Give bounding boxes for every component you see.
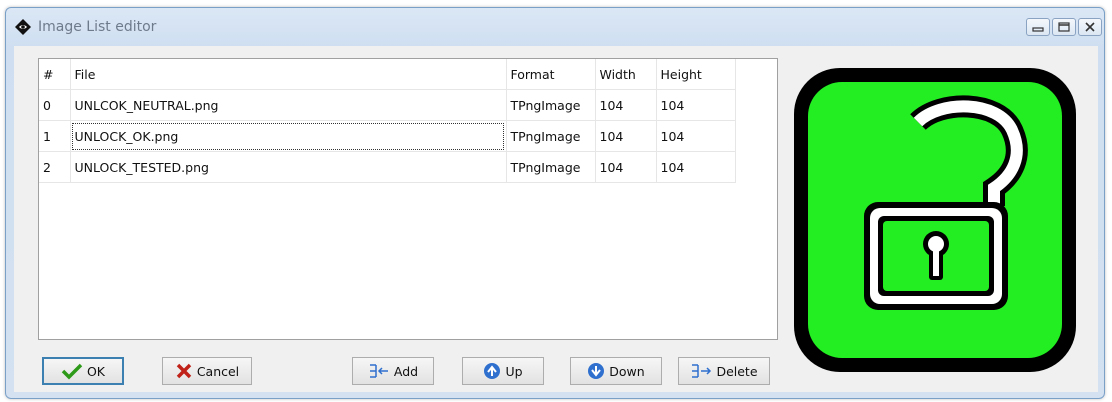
red-x-icon [176,363,192,379]
minimize-icon [1032,27,1044,32]
add-item-icon [369,364,388,378]
window-title: Image List editor [38,19,157,35]
ok-button[interactable]: OK [42,357,124,385]
delete-button-label: Delete [716,363,758,379]
arrow-down-icon [588,363,605,379]
cell-width[interactable]: 104 [595,89,657,121]
up-button[interactable]: Up [462,357,544,385]
arrow-up-icon [484,363,501,379]
table-header-row: # File Format Width Height [39,59,736,90]
app-diamond-icon [15,19,31,35]
dialog-client-area: # File Format Width Height 0 UNLCOK_NEUT… [14,46,1098,392]
cell-file[interactable]: UNLOCK_TESTED.png [70,151,507,183]
minimize-button[interactable] [1026,18,1050,36]
cell-format[interactable]: TPngImage [506,89,596,121]
cancel-button-label: Cancel [196,363,240,379]
column-header-width[interactable]: Width [595,59,657,90]
column-header-format[interactable]: Format [506,59,596,90]
column-header-index[interactable]: # [39,59,71,90]
cell-format[interactable]: TPngImage [506,120,596,152]
checkmark-icon [61,363,83,380]
title-bar[interactable]: Image List editor [6,8,1104,46]
column-header-height[interactable]: Height [656,59,736,90]
image-table: # File Format Width Height 0 UNLCOK_NEUT… [39,59,736,183]
delete-button[interactable]: Delete [678,357,770,385]
down-button-label: Down [609,363,645,379]
maximize-icon [1058,22,1070,32]
add-button[interactable]: Add [352,357,434,385]
table-row[interactable]: 2 UNLOCK_TESTED.png TPngImage 104 104 [39,151,736,183]
cell-index[interactable]: 1 [39,120,71,152]
maximize-button[interactable] [1052,18,1076,36]
image-preview [794,68,1076,372]
delete-item-icon [692,364,712,378]
column-header-file[interactable]: File [70,59,507,90]
cell-width[interactable]: 104 [595,151,657,183]
cell-height[interactable]: 104 [656,89,736,121]
table-row[interactable]: 0 UNLCOK_NEUTRAL.png TPngImage 104 104 [39,89,736,121]
cancel-button[interactable]: Cancel [162,357,252,385]
cell-index[interactable]: 2 [39,151,71,183]
close-icon [1085,22,1095,32]
ok-button-label: OK [86,363,106,379]
cell-height[interactable]: 104 [656,120,736,152]
cell-file[interactable]: UNLCOK_NEUTRAL.png [70,89,507,121]
image-list-editor-window: Image List editor # File Format Width He… [5,7,1105,399]
down-button[interactable]: Down [570,357,662,385]
cell-height[interactable]: 104 [656,151,736,183]
cell-width[interactable]: 104 [595,120,657,152]
cell-index[interactable]: 0 [39,89,71,121]
up-button-label: Up [505,363,523,379]
cell-format[interactable]: TPngImage [506,151,596,183]
close-window-button[interactable] [1078,18,1102,36]
add-button-label: Add [393,363,419,379]
image-list-grid[interactable]: # File Format Width Height 0 UNLCOK_NEUT… [38,58,778,340]
cell-file-focused[interactable]: UNLOCK_OK.png [69,120,507,152]
table-row-selected[interactable]: 1 UNLOCK_OK.png TPngImage 104 104 [39,120,736,152]
